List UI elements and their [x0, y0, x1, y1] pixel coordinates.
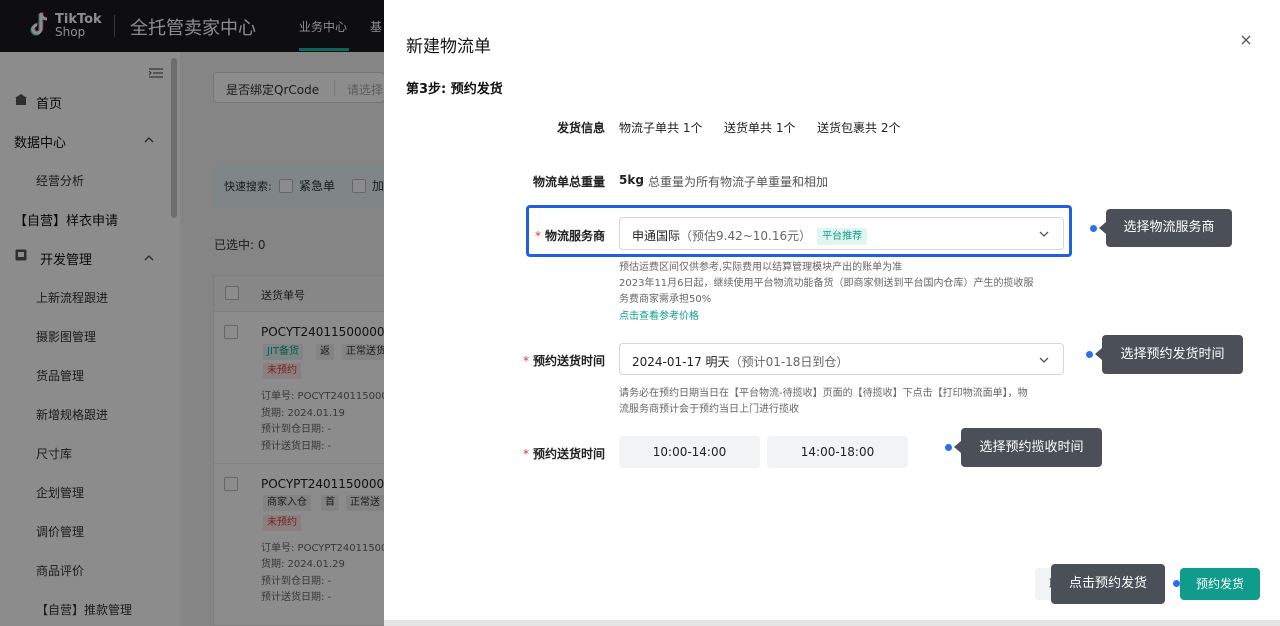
required-mark: * [534, 229, 541, 243]
provider-label: * 物流服务商 [515, 227, 605, 244]
provider-hint-2: 2023年11月6日起，继续使用平台物流功能备货（即商家侧送到平台国内仓库）产生… [619, 278, 1034, 289]
platform-recommend-badge: 平台推荐 [817, 228, 868, 245]
modal-overlay[interactable] [0, 0, 384, 626]
tip-arrow [1099, 222, 1106, 234]
tip-select-pickup: 选择预约揽收时间 [961, 428, 1102, 467]
ship-date-select[interactable]: 2024-01-17 明天（预计01-18日到仓） [619, 343, 1064, 375]
ship-date-value: 2024-01-17 明天（预计01-18日到仓） [632, 353, 848, 370]
tip-arrow [1095, 348, 1102, 360]
weight-hint: 总重量为所有物流子单重量和相加 [648, 175, 829, 189]
time-slot-morning[interactable]: 10:00-14:00 [619, 436, 760, 468]
submit-booking-button[interactable]: 预约发货 [1180, 568, 1260, 600]
tip-arrow [954, 441, 961, 453]
ship-hint-2: 流服务商预计会于预约当日上门进行揽收 [619, 404, 799, 415]
provider-hint-3: 务费商家需承担50% [619, 294, 712, 305]
tip-pointer-dot [1090, 225, 1097, 232]
tip-select-ship-date: 选择预约发货时间 [1102, 335, 1243, 374]
required-mark: * [522, 354, 529, 368]
shipping-info-label: 发货信息 [556, 121, 605, 135]
time-slot-afternoon[interactable]: 14:00-18:00 [767, 436, 908, 468]
chevron-down-icon [1039, 231, 1049, 237]
create-logistics-drawer [384, 0, 1280, 626]
weight-label: 物流单总重量 [532, 175, 605, 189]
reference-price-link[interactable]: 点击查看参考价格 [619, 307, 699, 322]
chevron-down-icon [1039, 357, 1049, 363]
drawer-bottom-edge [384, 620, 1280, 626]
provider-hint-1: 预估运费区间仅供参考,实际费用以结算管理模块产出的账单为准 [619, 262, 903, 273]
provider-selected-value: 申通国际（预估9.42~10.16元） 平台推荐 [632, 227, 868, 245]
ship-date-extra: （预计01-18日到仓） [729, 355, 849, 369]
ship-hint-1: 请务必在预约日期当日在【平台物流-待揽收】页面的【待揽收】下点击【打印物流面单】… [619, 388, 1028, 399]
package-count: 送货包裹共 2个 [817, 121, 901, 135]
tip-select-provider: 选择物流服务商 [1106, 209, 1232, 247]
drawer-title: 新建物流单 [406, 37, 491, 57]
provider-name: 申通国际 [632, 229, 681, 243]
tip-pointer-dot [1086, 351, 1093, 358]
provider-select[interactable]: 申通国际（预估9.42~10.16元） 平台推荐 [619, 217, 1064, 250]
weight-value: 5kg [619, 173, 644, 187]
ship-date: 2024-01-17 明天 [632, 355, 730, 369]
pickup-time-label-text: 预约送货时间 [532, 447, 605, 461]
provider-estimate: （预估9.42~10.16元） [680, 229, 812, 243]
ship-time-label-text: 预约送货时间 [532, 354, 605, 368]
sub-order-count: 物流子单共 1个 [619, 121, 703, 135]
ship-time-label: * 预约送货时间 [505, 352, 605, 369]
step-title: 第3步: 预约发货 [406, 82, 503, 97]
close-icon[interactable] [1240, 34, 1252, 46]
required-mark: * [522, 447, 529, 461]
delivery-order-count: 送货单共 1个 [724, 121, 796, 135]
tip-pointer-dot [945, 444, 952, 451]
pickup-time-label: * 预约送货时间 [505, 445, 605, 462]
tip-click-submit: 点击预约发货 [1051, 564, 1165, 604]
tip-pointer-dot [1173, 580, 1180, 587]
provider-label-text: 物流服务商 [544, 229, 605, 243]
